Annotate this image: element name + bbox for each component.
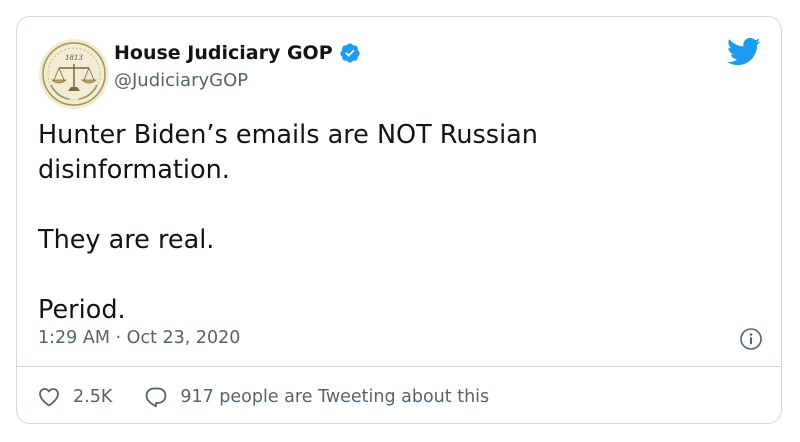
replies-label: 917 people are Tweeting about this: [180, 387, 490, 407]
tweet-date[interactable]: Oct 23, 2020: [127, 328, 241, 348]
avatar[interactable]: 1813: [39, 39, 109, 109]
like-button[interactable]: 2.5K: [37, 385, 112, 409]
info-icon[interactable]: [739, 327, 763, 351]
tweet-card[interactable]: 1813 House Judiciary GOP @JudiciaryGOP H…: [16, 16, 782, 424]
seal-year: 1813: [65, 54, 83, 62]
tweet-text: Hunter Biden’s emails are NOT Russian di…: [38, 120, 538, 325]
twitter-bird-icon[interactable]: [727, 37, 761, 67]
divider: [17, 366, 781, 367]
heart-icon: [39, 388, 59, 407]
like-count: 2.5K: [73, 387, 113, 407]
author-display-name[interactable]: House Judiciary GOP: [114, 41, 333, 65]
author-handle[interactable]: @JudiciaryGOP: [114, 69, 248, 93]
reply-bubble-icon: [145, 387, 167, 408]
verified-badge-icon: [339, 42, 361, 64]
tweet-time[interactable]: 1:29 AM: [38, 328, 110, 348]
tweet-timestamp[interactable]: 1:29 AM · Oct 23, 2020: [38, 326, 240, 350]
tweet-actions: 2.5K 917 people are Tweeting about this: [37, 384, 521, 410]
author-name-row[interactable]: House Judiciary GOP: [114, 41, 361, 65]
meta-separator: ·: [115, 328, 122, 348]
judiciary-seal-icon: 1813: [39, 39, 109, 109]
reply-button[interactable]: 917 people are Tweeting about this: [144, 385, 489, 409]
